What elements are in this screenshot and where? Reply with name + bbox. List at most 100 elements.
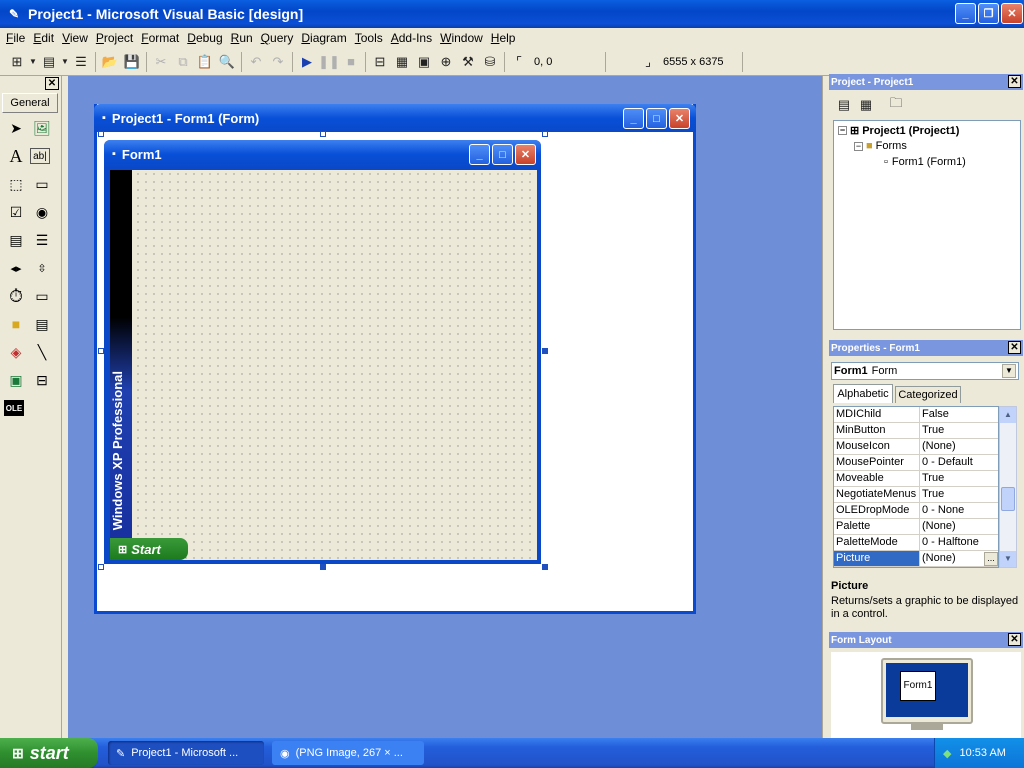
picturebox-tool-icon[interactable]: 🖼	[30, 116, 54, 140]
textbox-tool-icon[interactable]: ab|	[30, 148, 50, 164]
chevron-down-icon[interactable]: ▼	[1002, 364, 1016, 378]
project-explorer-icon[interactable]: ⊟	[369, 51, 391, 73]
form-layout-icon[interactable]: ▣	[413, 51, 435, 73]
property-row[interactable]: Palette (None)	[834, 519, 998, 535]
find-icon[interactable]: 🔍	[216, 51, 238, 73]
view-code-icon[interactable]: ▤	[833, 94, 855, 116]
dropdown-arrow-icon[interactable]: ▼	[28, 51, 38, 73]
label-tool-icon[interactable]: A	[4, 144, 28, 168]
shape-tool-icon[interactable]: ◈	[4, 340, 28, 364]
paste-icon[interactable]: 📋	[194, 51, 216, 73]
redo-icon[interactable]: ↷	[267, 51, 289, 73]
vscrollbar-tool-icon[interactable]: ⇳	[30, 256, 54, 280]
menu-diagram[interactable]: Diagram	[297, 31, 350, 45]
network-icon[interactable]: ◆	[943, 747, 951, 760]
property-row[interactable]: NegotiateMenus True	[834, 487, 998, 503]
commandbutton-tool-icon[interactable]: ▭	[30, 172, 54, 196]
timer-tool-icon[interactable]: ⏱	[4, 284, 28, 308]
scroll-up-icon[interactable]: ▲	[1000, 407, 1016, 423]
image-tool-icon[interactable]: ▣	[4, 368, 28, 392]
form1-maximize-button[interactable]: □	[492, 144, 513, 165]
panel-splitter[interactable]	[822, 76, 828, 738]
property-row[interactable]: MDIChild False	[834, 407, 998, 423]
object-browser-icon[interactable]: ⊕	[435, 51, 457, 73]
dropdown-arrow-icon[interactable]: ▼	[60, 51, 70, 73]
menu-debug[interactable]: Debug	[183, 31, 226, 45]
filelistbox-tool-icon[interactable]: ▤	[30, 312, 54, 336]
menu-window[interactable]: Window	[436, 31, 487, 45]
form-layout-preview[interactable]: Form1	[900, 671, 936, 701]
data-tool-icon[interactable]: ⊟	[30, 368, 54, 392]
collapse-icon[interactable]: −	[838, 126, 847, 135]
menu-view[interactable]: View	[58, 31, 92, 45]
object-selector[interactable]: Form1 Form ▼	[831, 362, 1019, 380]
checkbox-tool-icon[interactable]: ☑	[4, 200, 28, 224]
menu-run[interactable]: Run	[227, 31, 257, 45]
close-button[interactable]: ✕	[1001, 3, 1023, 24]
toolbox-icon[interactable]: ⚒	[457, 51, 479, 73]
menu-query[interactable]: Query	[257, 31, 298, 45]
form1-minimize-button[interactable]: _	[469, 144, 490, 165]
menu-project[interactable]: Project	[92, 31, 137, 45]
toolbox-close-icon[interactable]: ✕	[45, 77, 59, 90]
menu-add-ins[interactable]: Add-Ins	[387, 31, 436, 45]
tab-categorized[interactable]: Categorized	[895, 386, 961, 403]
cut-icon[interactable]: ✂	[150, 51, 172, 73]
property-row[interactable]: MousePointer 0 - Default	[834, 455, 998, 471]
resize-handle[interactable]	[98, 131, 104, 137]
ellipsis-button[interactable]: ...	[984, 552, 998, 566]
start-run-icon[interactable]: ▶	[296, 51, 318, 73]
designer-close-button[interactable]: ✕	[669, 108, 690, 129]
combobox-tool-icon[interactable]: ▤	[4, 228, 28, 252]
resize-handle[interactable]	[98, 348, 104, 354]
form1-design-grid[interactable]	[110, 170, 537, 560]
save-project-icon[interactable]: 💾	[121, 51, 143, 73]
property-row-selected[interactable]: Picture (None)...	[834, 551, 998, 567]
tree-node-project[interactable]: − ⊞ Project1 (Project1)	[838, 124, 959, 137]
drivelistbox-tool-icon[interactable]: ▭	[30, 284, 54, 308]
menu-edit[interactable]: Edit	[29, 31, 58, 45]
end-icon[interactable]: ■	[340, 51, 362, 73]
property-row[interactable]: Moveable True	[834, 471, 998, 487]
start-button[interactable]: ⊞ start	[0, 738, 98, 768]
resize-handle[interactable]	[320, 564, 326, 570]
hscrollbar-tool-icon[interactable]: ◂▸	[4, 256, 28, 280]
toggle-folders-icon[interactable]: 🗀	[885, 94, 907, 116]
form1-close-button[interactable]: ✕	[515, 144, 536, 165]
taskbar-item-browser[interactable]: ◉ (PNG Image, 267 × ...	[272, 741, 424, 765]
resize-handle[interactable]	[542, 348, 548, 354]
resize-handle[interactable]	[320, 131, 326, 137]
view-object-icon[interactable]: ▦	[855, 94, 877, 116]
open-project-icon[interactable]: 📂	[99, 51, 121, 73]
menu-file[interactable]: File	[2, 31, 29, 45]
property-row[interactable]: OLEDropMode 0 - None	[834, 503, 998, 519]
data-view-icon[interactable]: ⛁	[479, 51, 501, 73]
vb-app-icon[interactable]: ✎	[6, 6, 22, 22]
menu-editor-icon[interactable]: ☰	[70, 51, 92, 73]
optionbutton-tool-icon[interactable]: ◉	[30, 200, 54, 224]
pointer-tool-icon[interactable]: ➤	[4, 116, 28, 140]
designer-minimize-button[interactable]: _	[623, 108, 644, 129]
resize-handle[interactable]	[542, 564, 548, 570]
resize-handle[interactable]	[98, 564, 104, 570]
dirlistbox-tool-icon[interactable]: ■	[4, 312, 28, 336]
tree-node-form1[interactable]: ▫ Form1 (Form1)	[884, 156, 966, 168]
menu-tools[interactable]: Tools	[351, 31, 387, 45]
ole-tool-icon[interactable]: OLE	[4, 400, 24, 416]
scroll-down-icon[interactable]: ▼	[1000, 551, 1016, 567]
clock[interactable]: 10:53 AM	[959, 747, 1005, 759]
frame-tool-icon[interactable]: ⬚	[4, 172, 28, 196]
menu-help[interactable]: Help	[487, 31, 520, 45]
add-form-icon[interactable]: ▤	[38, 51, 60, 73]
undo-icon[interactable]: ↶	[245, 51, 267, 73]
taskbar-item-vb[interactable]: ✎ Project1 - Microsoft ...	[108, 741, 264, 765]
scroll-thumb[interactable]	[1001, 487, 1015, 511]
break-icon[interactable]: ❚❚	[318, 51, 340, 73]
line-tool-icon[interactable]: ╲	[30, 340, 54, 364]
property-row[interactable]: PaletteMode 0 - Halftone	[834, 535, 998, 551]
minimize-button[interactable]: _	[955, 3, 976, 24]
copy-icon[interactable]: ⧉	[172, 51, 194, 73]
resize-handle[interactable]	[542, 131, 548, 137]
designer-maximize-button[interactable]: □	[646, 108, 667, 129]
property-row[interactable]: MinButton True	[834, 423, 998, 439]
